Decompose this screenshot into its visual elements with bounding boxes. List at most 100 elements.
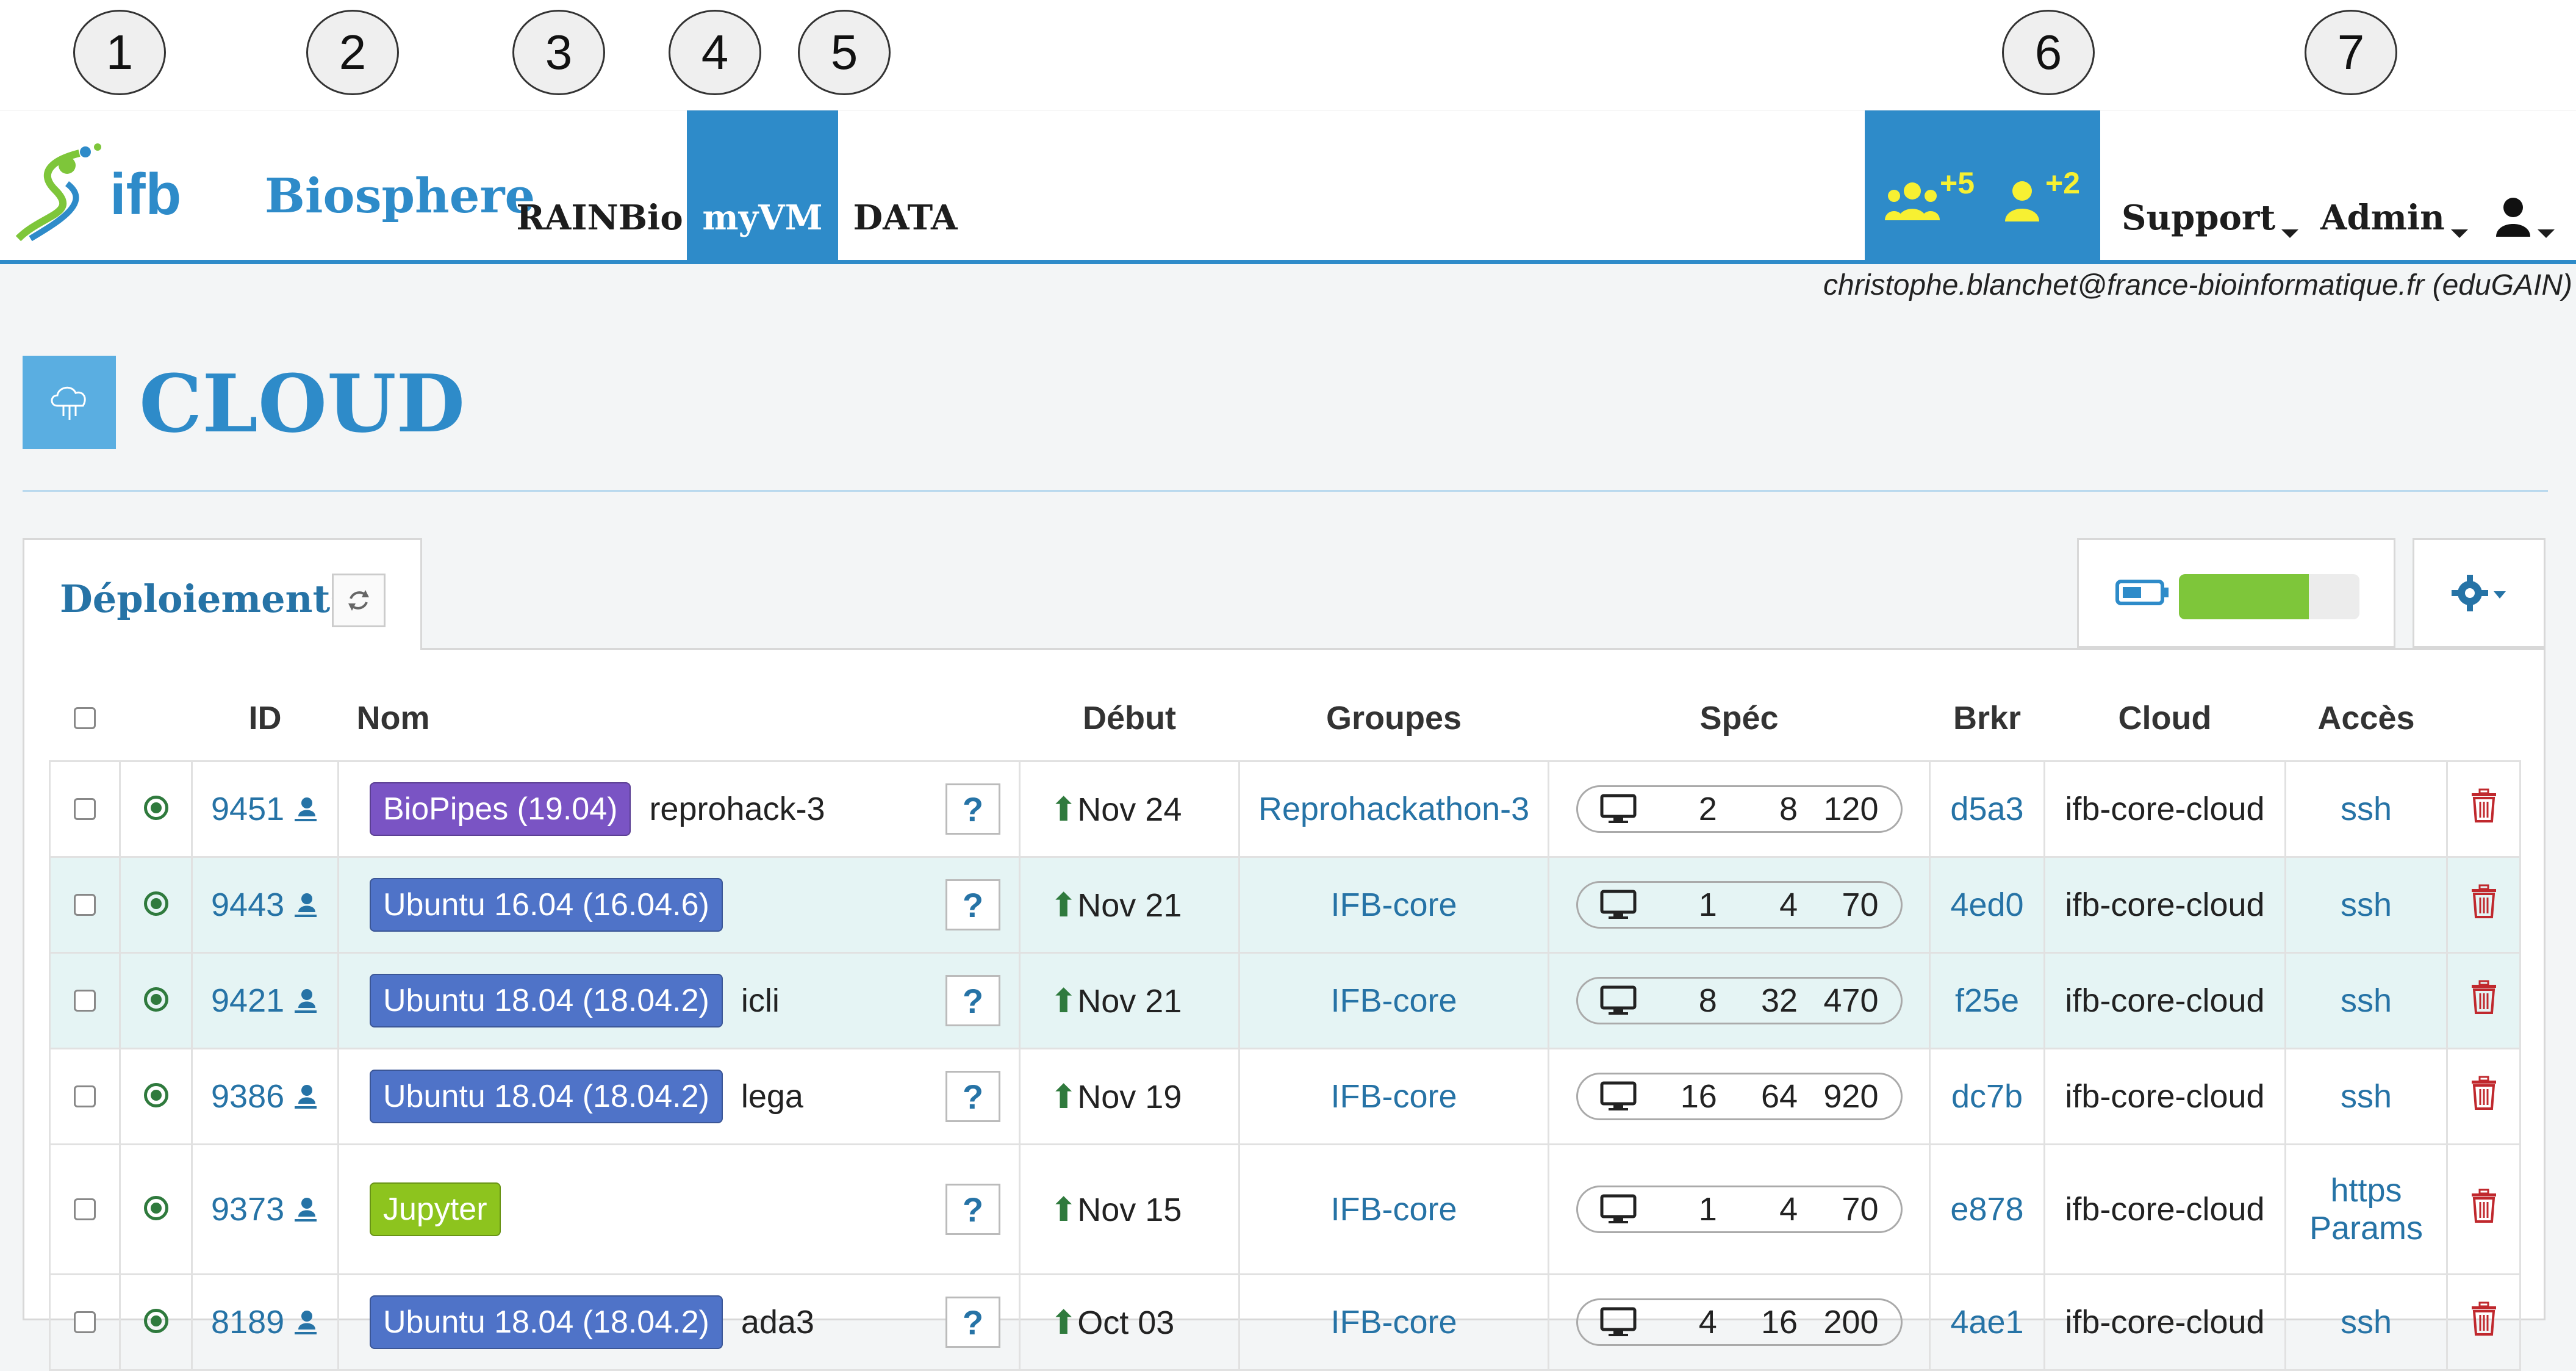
table-row[interactable]: 9386 Ubuntu 18.04 (18.04.2) lega? ⬆Nov 19 I… xyxy=(49,1048,2521,1145)
appliance-badge[interactable]: Jupyter xyxy=(370,1182,501,1236)
group-link[interactable]: IFB-core xyxy=(1330,982,1457,1019)
cloud-cell: ifb-core-cloud xyxy=(2043,1273,2286,1371)
ifb-logo[interactable]: ifb xyxy=(6,141,217,245)
help-button[interactable]: ? xyxy=(945,879,1000,930)
support-menu[interactable]: Support xyxy=(2122,110,2299,260)
start-cell: ⬆Nov 21 xyxy=(1019,856,1240,954)
row-select[interactable] xyxy=(49,1273,121,1371)
nav-myvm[interactable]: myVM xyxy=(687,110,838,260)
broker-link[interactable]: dc7b xyxy=(1951,1078,2023,1115)
appliance-badge[interactable]: BioPipes (19.04) xyxy=(370,782,631,836)
appliance-badge[interactable]: Ubuntu 18.04 (18.04.2) xyxy=(370,1295,723,1349)
access-link[interactable]: ssh xyxy=(2341,1078,2392,1115)
brand-name[interactable]: Biosphere xyxy=(265,168,535,224)
row-checkbox[interactable] xyxy=(74,1085,96,1107)
col-debut[interactable]: Début xyxy=(1020,676,1240,761)
vm-id-link[interactable]: 9386 xyxy=(211,1078,284,1115)
group-link[interactable]: IFB-core xyxy=(1330,1304,1457,1340)
access-cell: ssh xyxy=(2284,1273,2448,1371)
trash-icon[interactable] xyxy=(2470,1301,2497,1336)
broker-link[interactable]: 4ed0 xyxy=(1950,887,2023,923)
appliance-badge[interactable]: Ubuntu 18.04 (18.04.2) xyxy=(370,974,723,1027)
navbar: ifb Biosphere RAINBio myVM DATA +5 +2 Su… xyxy=(0,110,2576,264)
id-cell: 9443 xyxy=(191,856,339,954)
row-select[interactable] xyxy=(49,856,121,954)
row-checkbox[interactable] xyxy=(74,1311,96,1333)
broker-link[interactable]: f25e xyxy=(1955,982,2019,1019)
help-button[interactable]: ? xyxy=(945,1297,1000,1348)
col-cloud[interactable]: Cloud xyxy=(2045,676,2286,761)
status-cell xyxy=(119,1273,193,1371)
broker-link[interactable]: d5a3 xyxy=(1950,791,2023,827)
spec-cell: 8 32 470 xyxy=(1548,952,1931,1049)
name-cell: Ubuntu 18.04 (18.04.2) ada3? xyxy=(337,1273,1021,1371)
settings-menu[interactable] xyxy=(2413,538,2546,648)
help-button[interactable]: ? xyxy=(945,1071,1000,1122)
col-id[interactable]: ID xyxy=(192,676,339,761)
nav-rainbio[interactable]: RAINBio xyxy=(516,110,683,260)
group-link[interactable]: Reprohackathon-3 xyxy=(1258,791,1529,827)
deployments-table: ID Nom Début Groupes Spéc Brkr Cloud Acc… xyxy=(49,676,2521,1371)
trash-icon[interactable] xyxy=(2470,1076,2497,1110)
vm-id-link[interactable]: 9443 xyxy=(211,887,284,923)
row-select[interactable] xyxy=(49,1048,121,1145)
vm-id-link[interactable]: 9373 xyxy=(211,1191,284,1228)
params-link[interactable]: Params xyxy=(2309,1210,2423,1247)
start-cell: ⬆Nov 19 xyxy=(1019,1048,1240,1145)
col-spec[interactable]: Spéc xyxy=(1549,676,1930,761)
trash-icon[interactable] xyxy=(2470,980,2497,1014)
table-row[interactable]: 9443 Ubuntu 16.04 (16.04.6)? ⬆Nov 21 IFB-c… xyxy=(49,856,2521,954)
delete-cell xyxy=(2446,1273,2521,1371)
help-button[interactable]: ? xyxy=(945,783,1000,835)
spec-cell: 4 16 200 xyxy=(1548,1273,1931,1371)
row-select[interactable] xyxy=(49,952,121,1049)
running-status-icon xyxy=(143,796,168,820)
vm-id-link[interactable]: 9421 xyxy=(211,982,284,1019)
row-checkbox[interactable] xyxy=(74,894,96,916)
monitor-icon xyxy=(1600,1307,1636,1336)
broker-link[interactable]: e878 xyxy=(1950,1191,2023,1228)
tab-deployments[interactable]: Déploiements xyxy=(23,538,422,650)
group-link[interactable]: IFB-core xyxy=(1330,1191,1457,1228)
vm-id-link[interactable]: 8189 xyxy=(211,1304,284,1340)
help-button[interactable]: ? xyxy=(945,975,1000,1026)
row-select[interactable] xyxy=(49,760,121,858)
row-checkbox[interactable] xyxy=(74,798,96,820)
access-link[interactable]: https xyxy=(2330,1172,2402,1209)
admin-menu[interactable]: Admin xyxy=(2320,110,2468,260)
broker-link[interactable]: 4ae1 xyxy=(1950,1304,2023,1340)
table-row[interactable]: 9421 Ubuntu 18.04 (18.04.2) icli? ⬆Nov 21 I… xyxy=(49,952,2521,1049)
table-row[interactable]: 8189 Ubuntu 18.04 (18.04.2) ada3? ⬆Oct 03 I… xyxy=(49,1273,2521,1371)
access-link[interactable]: ssh xyxy=(2341,887,2392,923)
access-link[interactable]: ssh xyxy=(2341,1304,2392,1340)
group-link[interactable]: IFB-core xyxy=(1330,1078,1457,1115)
start-cell: ⬆Oct 03 xyxy=(1019,1273,1240,1371)
trash-icon[interactable] xyxy=(2470,788,2497,822)
row-checkbox[interactable] xyxy=(74,990,96,1012)
table-row[interactable]: 9451 BioPipes (19.04) reprohack-3? ⬆Nov 24… xyxy=(49,760,2521,858)
nav-data[interactable]: DATA xyxy=(853,110,958,260)
help-button[interactable]: ? xyxy=(945,1184,1000,1235)
appliance-badge[interactable]: Ubuntu 16.04 (16.04.6) xyxy=(370,878,723,932)
col-nom[interactable]: Nom xyxy=(339,676,1020,761)
select-all[interactable] xyxy=(50,676,120,761)
access-link[interactable]: ssh xyxy=(2341,791,2392,827)
group-link[interactable]: IFB-core xyxy=(1330,887,1457,923)
col-brkr[interactable]: Brkr xyxy=(1930,676,2045,761)
col-groupes[interactable]: Groupes xyxy=(1240,676,1549,761)
trash-icon[interactable] xyxy=(2470,884,2497,918)
page-title: CLOUD xyxy=(139,357,465,450)
col-acces[interactable]: Accès xyxy=(2286,676,2447,761)
vm-id-link[interactable]: 9451 xyxy=(211,791,284,827)
row-checkbox[interactable] xyxy=(74,1198,96,1220)
account-menu[interactable] xyxy=(2495,110,2555,260)
select-all-checkbox[interactable] xyxy=(74,707,96,729)
monitor-icon xyxy=(1600,1081,1636,1110)
trash-icon[interactable] xyxy=(2470,1189,2497,1223)
access-link[interactable]: ssh xyxy=(2341,982,2392,1019)
table-row[interactable]: 9373 Jupyter? ⬆Nov 15 IFB-core 1 4 70 e878 ifb-… xyxy=(49,1143,2521,1275)
appliance-badge[interactable]: Ubuntu 18.04 (18.04.2) xyxy=(370,1070,723,1123)
refresh-button[interactable] xyxy=(332,574,386,627)
spec-cpu: 4 xyxy=(1698,1304,1717,1340)
row-select[interactable] xyxy=(49,1143,121,1275)
